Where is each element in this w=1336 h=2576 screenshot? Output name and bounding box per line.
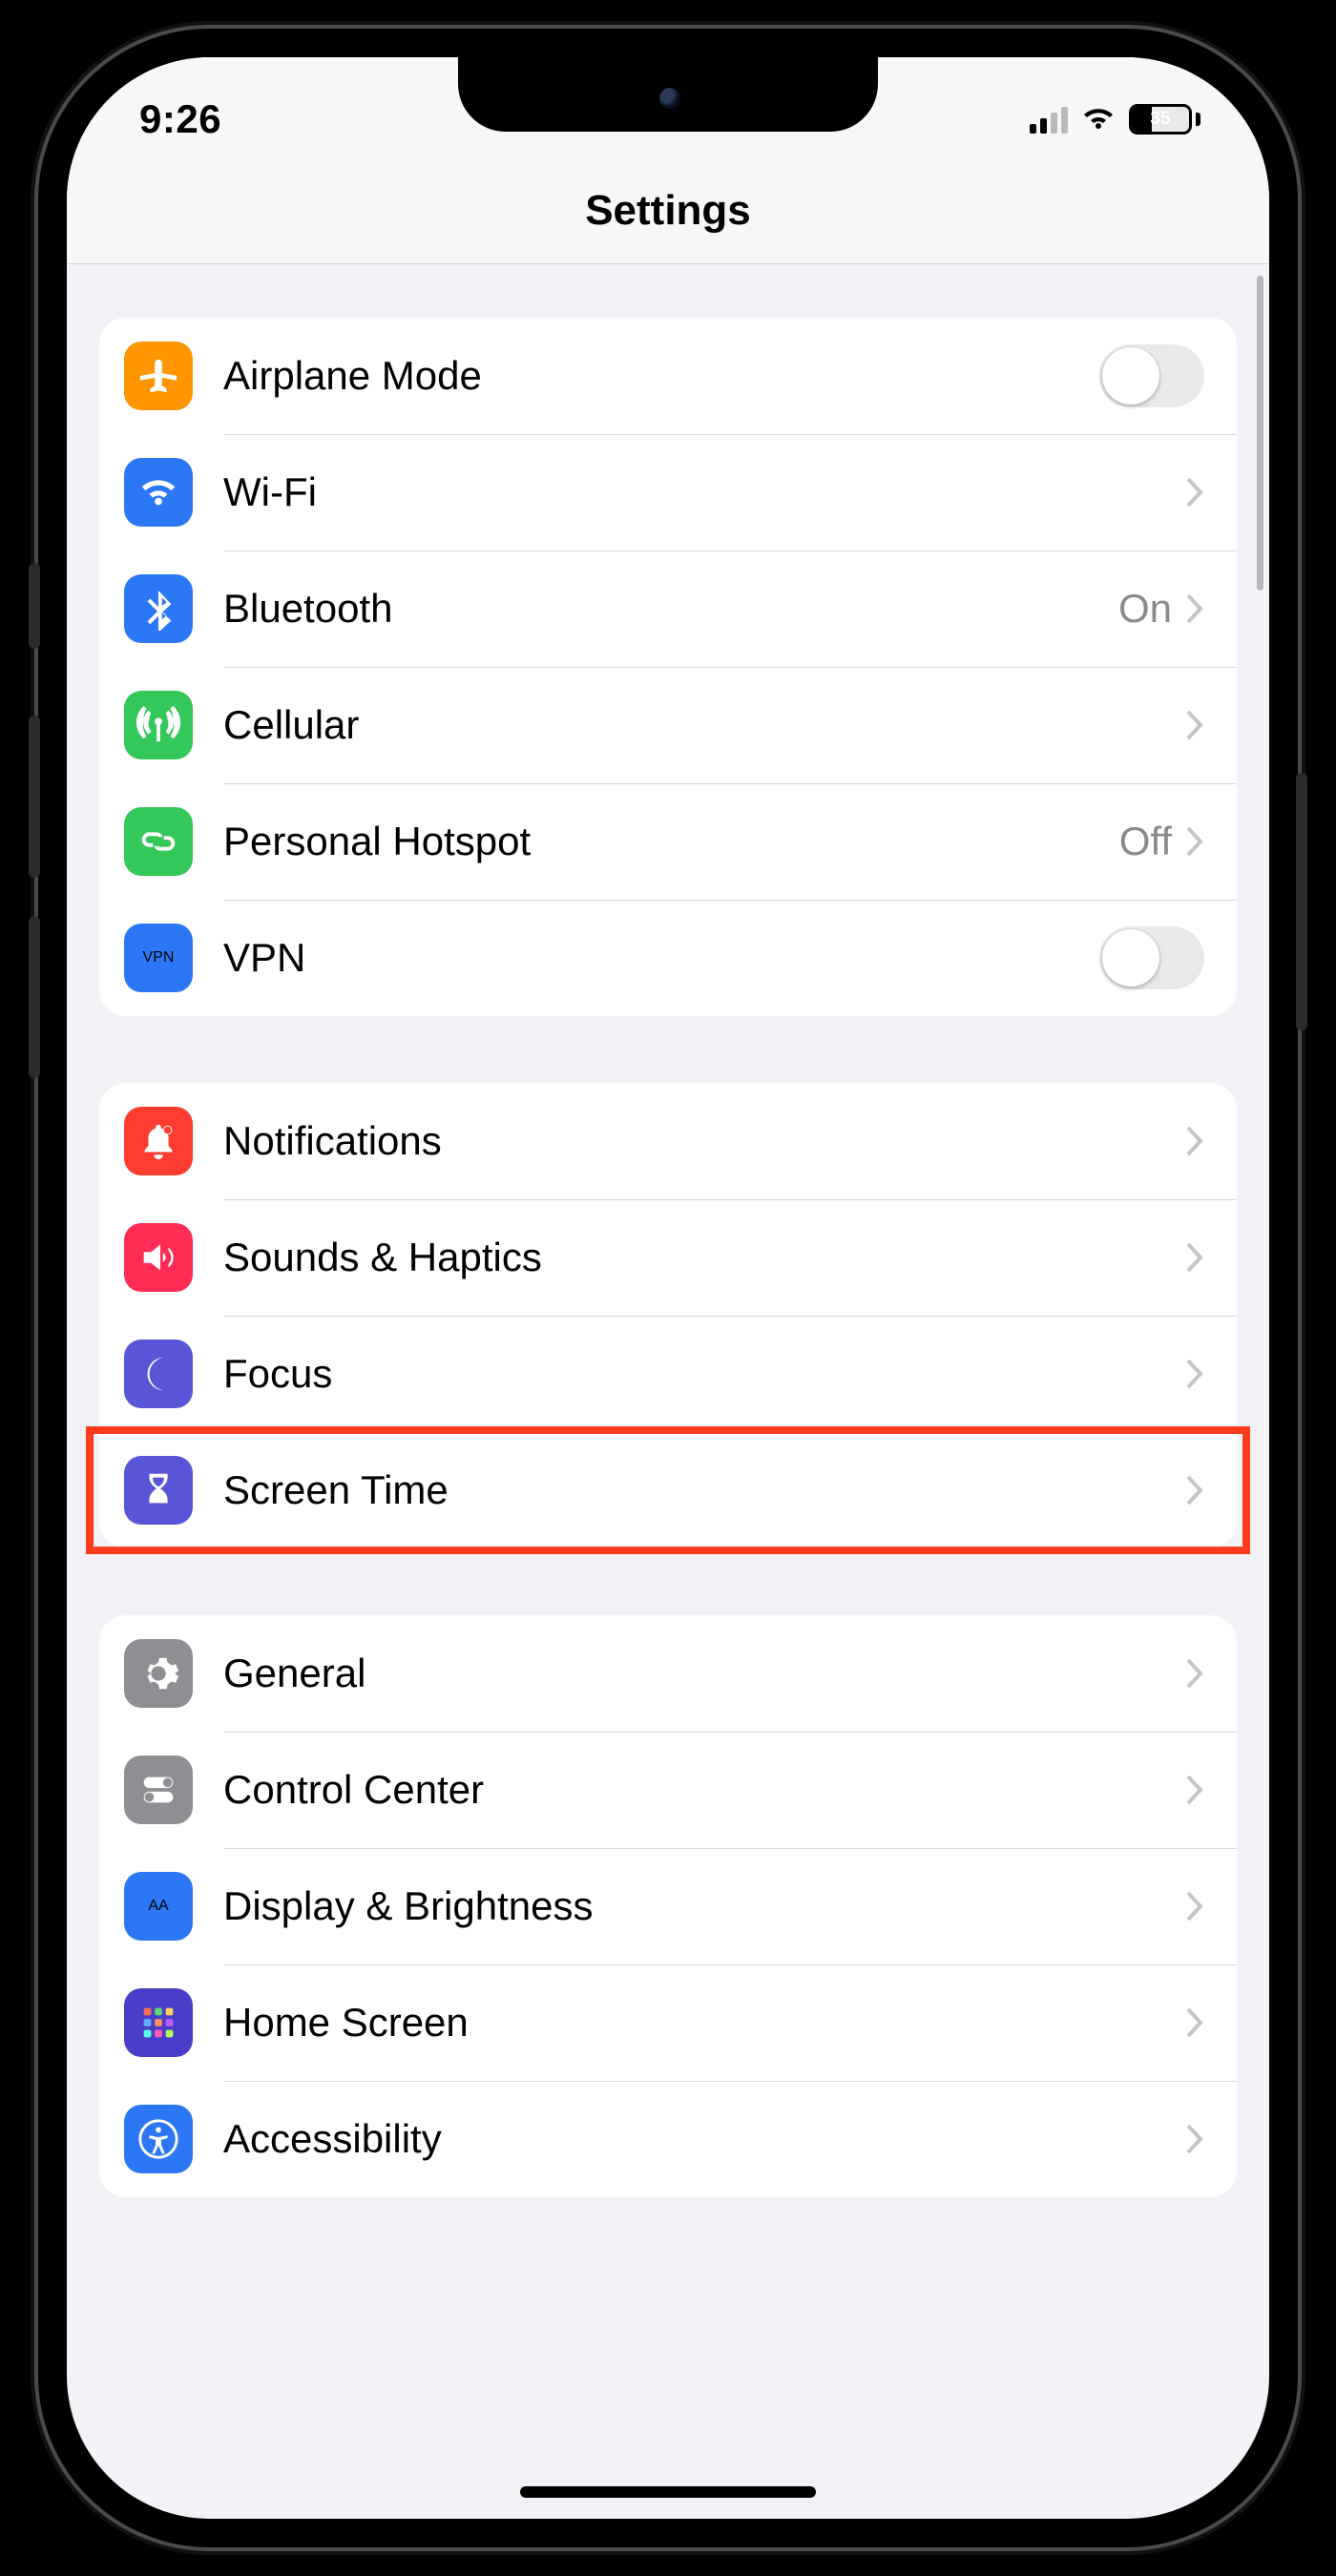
- row-personal-hotspot[interactable]: Personal Hotspot Off: [99, 783, 1237, 900]
- chevron-right-icon: [1185, 1649, 1204, 1698]
- chevron-right-icon: [1185, 1998, 1204, 2047]
- row-label: Screen Time: [223, 1467, 449, 1513]
- hourglass-icon: [124, 1456, 193, 1525]
- row-vpn[interactable]: VPN VPN: [99, 900, 1237, 1016]
- vpn-icon: VPN: [124, 924, 193, 992]
- link-icon: [124, 807, 193, 876]
- row-label: General: [223, 1651, 365, 1696]
- bluetooth-icon: [124, 574, 193, 643]
- row-label: Cellular: [223, 702, 359, 748]
- scrollbar[interactable]: [1257, 276, 1263, 591]
- speaker-icon: [124, 1223, 193, 1292]
- status-time: 9:26: [139, 96, 221, 142]
- row-detail: On: [1118, 586, 1172, 632]
- row-notifications[interactable]: Notifications: [99, 1083, 1237, 1199]
- chevron-right-icon: [1185, 467, 1204, 517]
- gear-icon: [124, 1639, 193, 1708]
- phone-frame: 9:26 35 Settings: [38, 29, 1298, 2547]
- row-bluetooth[interactable]: Bluetooth On: [99, 551, 1237, 667]
- chevron-right-icon: [1185, 1349, 1204, 1399]
- chevron-right-icon: [1185, 700, 1204, 750]
- row-label: Home Screen: [223, 2000, 469, 2046]
- chevron-right-icon: [1185, 584, 1204, 634]
- volume-up-button: [29, 716, 40, 878]
- chevron-right-icon: [1185, 1465, 1204, 1515]
- app-grid-icon: [124, 1988, 193, 2057]
- silence-switch: [29, 563, 40, 649]
- chevron-right-icon: [1185, 817, 1204, 866]
- row-detail: Off: [1119, 819, 1172, 864]
- row-control-center[interactable]: Control Center: [99, 1732, 1237, 1848]
- accessibility-icon: [124, 2105, 193, 2173]
- row-focus[interactable]: Focus: [99, 1316, 1237, 1432]
- row-home-screen[interactable]: Home Screen: [99, 1964, 1237, 2081]
- chevron-right-icon: [1185, 1116, 1204, 1166]
- row-label: Bluetooth: [223, 586, 392, 632]
- row-label: Control Center: [223, 1767, 484, 1813]
- vpn-toggle[interactable]: [1099, 926, 1204, 989]
- chevron-right-icon: [1185, 1881, 1204, 1931]
- battery-percent: 35: [1132, 107, 1189, 132]
- wifi-icon: [1081, 106, 1116, 133]
- chevron-right-icon: [1185, 1233, 1204, 1282]
- row-screen-time[interactable]: Screen Time: [99, 1432, 1237, 1548]
- wifi-icon: [124, 458, 193, 527]
- antenna-icon: [124, 691, 193, 759]
- row-accessibility[interactable]: Accessibility: [99, 2081, 1237, 2197]
- battery-indicator: 35: [1129, 104, 1200, 135]
- power-button: [1296, 773, 1307, 1030]
- row-label: Notifications: [223, 1118, 442, 1164]
- row-wifi[interactable]: Wi-Fi: [99, 434, 1237, 551]
- row-general[interactable]: General: [99, 1615, 1237, 1732]
- row-label: Wi-Fi: [223, 469, 317, 515]
- row-label: VPN: [223, 935, 305, 981]
- chevron-right-icon: [1185, 2114, 1204, 2164]
- row-display-brightness[interactable]: AA Display & Brightness: [99, 1848, 1237, 1964]
- switches-icon: [124, 1755, 193, 1824]
- airplane-icon: [124, 342, 193, 410]
- page-title: Settings: [67, 187, 1269, 235]
- chevron-right-icon: [1185, 1765, 1204, 1815]
- airplane-toggle[interactable]: [1099, 344, 1204, 407]
- status-indicators: 35: [1030, 104, 1200, 135]
- row-label: Focus: [223, 1351, 332, 1397]
- row-label: Accessibility: [223, 2116, 442, 2162]
- moon-icon: [124, 1340, 193, 1408]
- settings-list[interactable]: Airplane Mode Wi-Fi Bluetooth: [67, 264, 1269, 2519]
- row-label: Display & Brightness: [223, 1883, 594, 1929]
- row-label: Personal Hotspot: [223, 819, 531, 864]
- nav-bar: Settings: [67, 153, 1269, 264]
- settings-group-general: General Control Center AA Display & Brig…: [99, 1615, 1237, 2197]
- bell-icon: [124, 1107, 193, 1175]
- cellular-signal-icon: [1030, 105, 1068, 134]
- row-label: Sounds & Haptics: [223, 1235, 542, 1280]
- text-size-icon: AA: [124, 1872, 193, 1941]
- volume-down-button: [29, 916, 40, 1078]
- row-cellular[interactable]: Cellular: [99, 667, 1237, 783]
- row-label: Airplane Mode: [223, 353, 482, 399]
- row-sounds-haptics[interactable]: Sounds & Haptics: [99, 1199, 1237, 1316]
- settings-group-connectivity: Airplane Mode Wi-Fi Bluetooth: [99, 318, 1237, 1016]
- notch: [458, 57, 878, 132]
- settings-group-notifications: Notifications Sounds & Haptics: [99, 1083, 1237, 1548]
- screen: 9:26 35 Settings: [67, 57, 1269, 2519]
- home-indicator[interactable]: [520, 2486, 816, 2498]
- row-airplane-mode[interactable]: Airplane Mode: [99, 318, 1237, 434]
